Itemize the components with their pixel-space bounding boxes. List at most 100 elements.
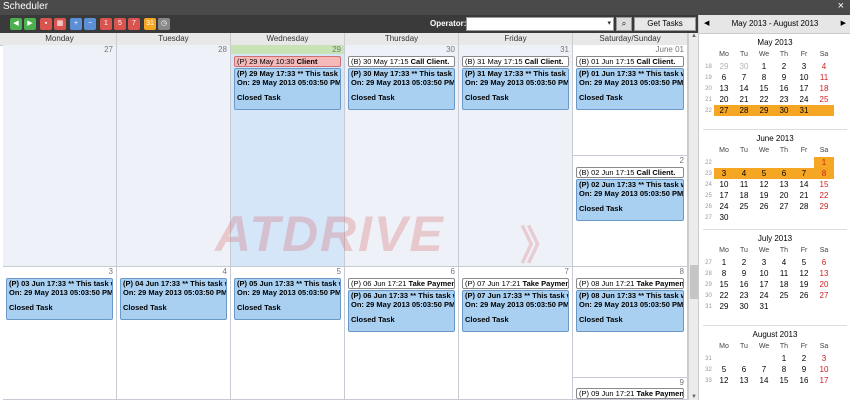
- calendar-day[interactable]: 2: [734, 257, 754, 268]
- appointment[interactable]: (P) 06 Jun 17:21 Take Payment: [348, 278, 455, 289]
- scrollbar-thumb[interactable]: [690, 265, 698, 299]
- month-view-icon[interactable]: 31: [144, 18, 156, 30]
- appointment[interactable]: (P) 03 Jun 17:33 ** This task wasOn: 29 …: [6, 278, 113, 320]
- day-cell-jun-09[interactable]: 9 (P) 09 Jun 17:21 Take Payment: [573, 378, 688, 400]
- appointment[interactable]: (P) 07 Jun 17:21 Take Payment: [462, 278, 569, 289]
- calendar-day[interactable]: 26: [794, 290, 814, 301]
- calendar-day[interactable]: 21: [734, 94, 754, 105]
- calendar-day[interactable]: 16: [774, 83, 794, 94]
- calendar-day[interactable]: 27: [814, 290, 834, 301]
- calendar-day[interactable]: 23: [734, 290, 754, 301]
- calendar-day[interactable]: 16: [794, 375, 814, 386]
- day-cell-jun-02[interactable]: 2 (B) 02 Jun 17:15 Call Client. (P) 02 J…: [573, 156, 688, 267]
- calendar-day[interactable]: 11: [774, 268, 794, 279]
- calendar-day[interactable]: 15: [774, 375, 794, 386]
- appointment[interactable]: (P) 02 Jun 17:33 ** This task was On: 29 …: [576, 179, 684, 221]
- calendar-day[interactable]: 8: [754, 72, 774, 83]
- calendar-day[interactable]: 5: [714, 364, 734, 375]
- calendar-day[interactable]: 2: [774, 61, 794, 72]
- calendar-day[interactable]: 29: [714, 301, 734, 312]
- calendar-day[interactable]: 28: [794, 201, 814, 212]
- calendar-day[interactable]: 10: [814, 364, 834, 375]
- calendar-day[interactable]: 30: [734, 301, 754, 312]
- calendar-day[interactable]: 5: [754, 168, 774, 179]
- calendar-day[interactable]: 11: [814, 72, 834, 83]
- calendar-day[interactable]: 26: [754, 201, 774, 212]
- calendar-day[interactable]: 8: [774, 364, 794, 375]
- calendar-day[interactable]: 1: [754, 61, 774, 72]
- calendar-day[interactable]: 1: [714, 257, 734, 268]
- zoom-in-icon[interactable]: +: [70, 18, 82, 30]
- day-cell-jun-01[interactable]: June 01 (B) 01 Jun 17:15 Call Client. (P…: [573, 45, 688, 156]
- calendar-day[interactable]: 29: [754, 105, 774, 116]
- calendar-day[interactable]: 1: [814, 157, 834, 168]
- calendar-day[interactable]: 18: [814, 83, 834, 94]
- calendar-day[interactable]: 6: [814, 257, 834, 268]
- appointment[interactable]: (B) 31 May 17:15 Call Client.: [462, 56, 569, 67]
- appointment[interactable]: (P) 08 Jun 17:33 ** This task was On: 29 …: [576, 290, 684, 332]
- calendar-day[interactable]: 12: [794, 268, 814, 279]
- calendar-day[interactable]: 21: [794, 190, 814, 201]
- previous-month-icon[interactable]: ◀: [704, 15, 709, 33]
- calendar-day[interactable]: 30: [714, 212, 734, 223]
- go-forward-icon[interactable]: ▶: [24, 18, 36, 30]
- day-view-icon[interactable]: 1: [100, 18, 112, 30]
- today-icon[interactable]: ▪: [40, 18, 52, 30]
- calendar-day[interactable]: 4: [734, 168, 754, 179]
- appointment[interactable]: (P) 06 Jun 17:33 ** This task wasOn: 29 …: [348, 290, 455, 332]
- appointment[interactable]: (P) 01 Jun 17:33 ** This task was On: 29 …: [576, 68, 684, 110]
- calendar-day[interactable]: 28: [734, 105, 754, 116]
- calendar-day[interactable]: 4: [814, 61, 834, 72]
- appointment[interactable]: (P) 30 May 17:33 ** This task wasOn: 29 …: [348, 68, 455, 110]
- day-cell-jun-04[interactable]: 4 (P) 04 Jun 17:33 ** This task wasOn: 2…: [117, 267, 231, 400]
- calendar-day[interactable]: 22: [714, 290, 734, 301]
- calendar-day[interactable]: 29: [714, 61, 734, 72]
- calendar-icon[interactable]: ▦: [54, 18, 66, 30]
- appointment[interactable]: (B) 01 Jun 17:15 Call Client.: [576, 56, 684, 67]
- calendar-day[interactable]: 13: [814, 268, 834, 279]
- calendar-day[interactable]: 22: [814, 190, 834, 201]
- calendar-day[interactable]: 30: [734, 61, 754, 72]
- calendar-day[interactable]: 3: [714, 168, 734, 179]
- calendar-day[interactable]: 1: [774, 353, 794, 364]
- calendar-day[interactable]: 8: [714, 268, 734, 279]
- appointment[interactable]: (P) 31 May 17:33 ** This task wasOn: 29 …: [462, 68, 569, 110]
- calendar-day[interactable]: 31: [754, 301, 774, 312]
- calendar-day[interactable]: 24: [794, 94, 814, 105]
- calendar-day[interactable]: 27: [774, 201, 794, 212]
- calendar-day[interactable]: 31: [794, 105, 814, 116]
- calendar-day[interactable]: 13: [734, 375, 754, 386]
- calendar-day[interactable]: 10: [714, 179, 734, 190]
- calendar-day[interactable]: 18: [734, 190, 754, 201]
- calendar-day[interactable]: 13: [714, 83, 734, 94]
- day-cell-jun-06[interactable]: 6 (P) 06 Jun 17:21 Take Payment (P) 06 J…: [345, 267, 459, 400]
- calendar-day[interactable]: 14: [794, 179, 814, 190]
- calendar-day[interactable]: 14: [754, 375, 774, 386]
- calendar-day[interactable]: 15: [714, 279, 734, 290]
- calendar-day[interactable]: 20: [714, 94, 734, 105]
- calendar-day[interactable]: 14: [734, 83, 754, 94]
- search-icon[interactable]: ⌕: [616, 17, 632, 31]
- close-icon[interactable]: ×: [838, 0, 844, 12]
- calendar-day[interactable]: 30: [774, 105, 794, 116]
- calendar-day[interactable]: 7: [734, 72, 754, 83]
- day-cell-jun-03[interactable]: 3 (P) 03 Jun 17:33 ** This task wasOn: 2…: [3, 267, 117, 400]
- calendar-day[interactable]: 17: [814, 375, 834, 386]
- work-week-view-icon[interactable]: 5: [114, 18, 126, 30]
- calendar-day[interactable]: 25: [814, 94, 834, 105]
- calendar-day[interactable]: 5: [794, 257, 814, 268]
- calendar-day[interactable]: 25: [774, 290, 794, 301]
- calendar-day[interactable]: 24: [714, 201, 734, 212]
- calendar-day[interactable]: 23: [774, 94, 794, 105]
- appointment[interactable]: (P) 29 May 10:30 Client: [234, 56, 341, 67]
- calendar-day[interactable]: 18: [774, 279, 794, 290]
- calendar-day[interactable]: 16: [734, 279, 754, 290]
- calendar-day[interactable]: 10: [754, 268, 774, 279]
- calendar-day[interactable]: 3: [814, 353, 834, 364]
- calendar-day[interactable]: 7: [794, 168, 814, 179]
- calendar-day[interactable]: 15: [814, 179, 834, 190]
- appointment[interactable]: (P) 04 Jun 17:33 ** This task wasOn: 29 …: [120, 278, 227, 320]
- calendar-day[interactable]: 25: [734, 201, 754, 212]
- zoom-out-icon[interactable]: −: [84, 18, 96, 30]
- appointment[interactable]: (P) 05 Jun 17:33 ** This task wasOn: 29 …: [234, 278, 341, 320]
